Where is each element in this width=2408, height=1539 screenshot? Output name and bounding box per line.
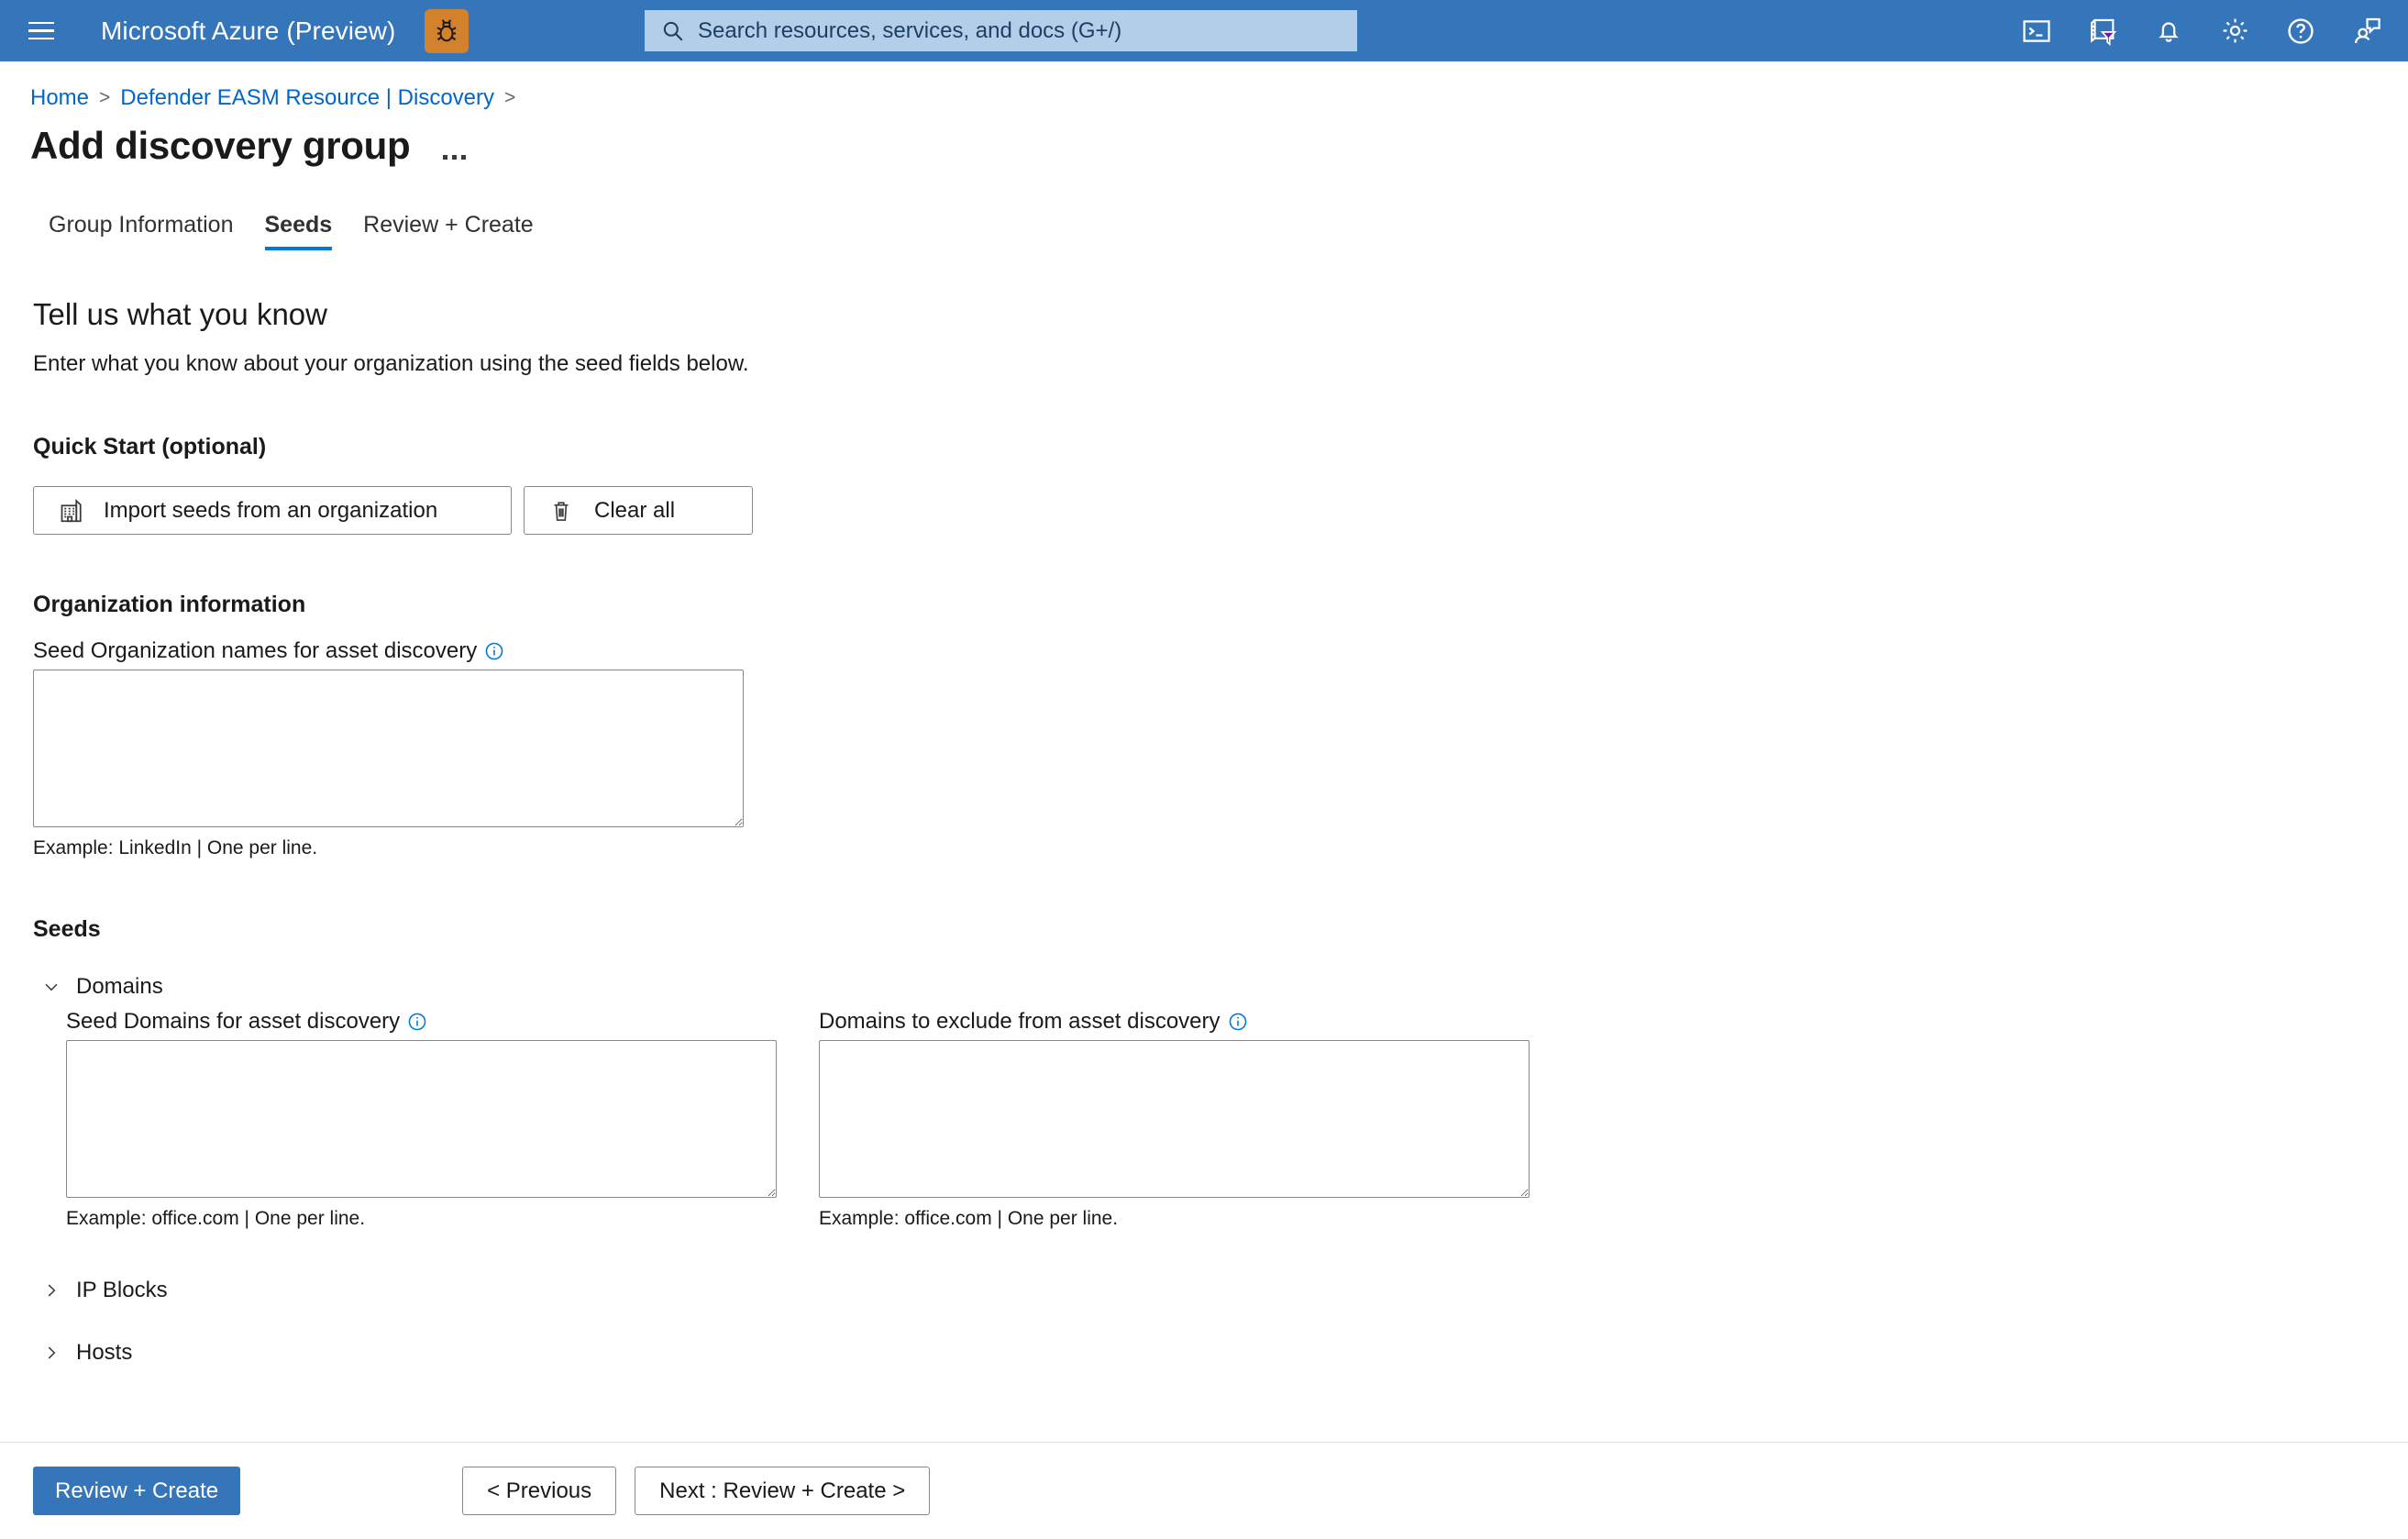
chevron-right-icon: [48, 1346, 56, 1359]
seeds-section-ip-blocks[interactable]: IP Blocks: [33, 1278, 2408, 1303]
clear-all-button-label: Clear all: [594, 497, 676, 523]
seeds-section-hosts[interactable]: Hosts: [33, 1340, 2408, 1366]
seeds-title: Seeds: [33, 916, 101, 942]
feedback-person-icon[interactable]: [2346, 10, 2388, 52]
exclude-domains-hint: Example: office.com | One per line.: [819, 1208, 1119, 1229]
exclude-domains-label: Domains to exclude from asset discovery: [819, 1009, 1530, 1035]
info-circle-icon[interactable]: [407, 1012, 427, 1032]
hamburger-menu-icon[interactable]: [23, 13, 60, 50]
settings-gear-icon[interactable]: [2214, 10, 2256, 52]
search-icon: [663, 21, 683, 40]
header-icon-group: [2016, 0, 2388, 61]
import-seeds-button-label: Import seeds from an organization: [104, 497, 438, 523]
seeds-section-domains[interactable]: Domains: [33, 974, 2408, 1000]
seed-domains-label-text: Seed Domains for asset discovery: [66, 1009, 401, 1034]
bug-icon[interactable]: [425, 8, 469, 53]
seed-organization-names-input[interactable]: [33, 670, 744, 827]
page-title-row: Add discovery group: [0, 124, 2408, 168]
tab-review-create[interactable]: Review + Create: [348, 212, 549, 250]
seed-organization-names-label: Seed Organization names for asset discov…: [33, 638, 2408, 664]
seed-domains-label: Seed Domains for asset discovery: [66, 1009, 777, 1035]
search-input[interactable]: Search resources, services, and docs (G+…: [645, 10, 1357, 51]
help-question-icon[interactable]: [2280, 10, 2322, 52]
breadcrumb-item-defender-easm-discovery[interactable]: Defender EASM Resource | Discovery: [120, 85, 494, 111]
breadcrumb-separator-icon-2: >: [504, 87, 516, 108]
azure-brand-title[interactable]: Microsoft Azure (Preview): [101, 17, 395, 46]
notifications-bell-icon[interactable]: [2148, 10, 2190, 52]
seed-domains-field-group: Seed Domains for asset discovery Example…: [66, 1009, 777, 1230]
organization-information-title: Organization information: [33, 592, 306, 617]
trash-delete-icon: [545, 498, 578, 524]
exclude-domains-label-text: Domains to exclude from asset discovery: [819, 1009, 1221, 1034]
cloud-shell-icon[interactable]: [2016, 10, 2058, 52]
seeds-section-domains-label: Domains: [76, 974, 163, 999]
seed-domains-hint: Example: office.com | One per line.: [66, 1208, 366, 1229]
section-description: Enter what you know about your organizat…: [33, 351, 749, 376]
breadcrumb-item-home[interactable]: Home: [30, 85, 89, 111]
azure-top-header: Microsoft Azure (Preview) Search resourc…: [0, 0, 2408, 61]
exclude-domains-field-group: Domains to exclude from asset discovery …: [819, 1009, 1530, 1230]
clear-all-button[interactable]: Clear all: [524, 486, 753, 535]
info-circle-icon[interactable]: [1228, 1012, 1248, 1032]
review-create-button[interactable]: Review + Create: [33, 1467, 241, 1515]
seed-domains-input[interactable]: [66, 1040, 777, 1198]
import-seeds-button[interactable]: Import seeds from an organization: [33, 486, 512, 535]
page-title: Add discovery group: [30, 124, 411, 167]
previous-button[interactable]: < Previous: [462, 1467, 617, 1515]
wizard-tabs: Group Information Seeds Review + Create: [0, 212, 2408, 250]
quick-start-title: Quick Start (optional): [33, 434, 267, 459]
seeds-section-hosts-label: Hosts: [76, 1340, 133, 1365]
main-content: Tell us what you know Enter what you kno…: [0, 297, 2408, 1366]
next-review-create-button[interactable]: Next : Review + Create >: [635, 1467, 931, 1515]
chevron-down-icon: [45, 983, 58, 991]
tab-seeds[interactable]: Seeds: [249, 212, 348, 250]
office-building-icon: [54, 497, 87, 525]
tab-group-information[interactable]: Group Information: [33, 212, 249, 250]
domains-field-columns: Seed Domains for asset discovery Example…: [33, 1009, 2408, 1230]
breadcrumb: Home > Defender EASM Resource | Discover…: [0, 85, 2408, 111]
more-options-ellipsis-button[interactable]: [443, 127, 467, 165]
exclude-domains-input[interactable]: [819, 1040, 1530, 1198]
seeds-section-ip-blocks-label: IP Blocks: [76, 1278, 168, 1302]
breadcrumb-separator-icon: >: [99, 87, 111, 108]
seed-organization-names-label-text: Seed Organization names for asset discov…: [33, 638, 478, 663]
chevron-right-icon: [48, 1284, 56, 1297]
quick-start-button-row: Import seeds from an organization Clear …: [33, 486, 2408, 535]
directory-subscription-filter-icon[interactable]: [2082, 10, 2124, 52]
search-placeholder: Search resources, services, and docs (G+…: [698, 17, 1122, 43]
info-circle-icon[interactable]: [484, 641, 504, 661]
seed-organization-names-hint: Example: LinkedIn | One per line.: [33, 837, 318, 858]
section-heading-tell-us: Tell us what you know: [33, 297, 327, 331]
wizard-footer: Review + Create < Previous Next : Review…: [0, 1442, 2408, 1539]
